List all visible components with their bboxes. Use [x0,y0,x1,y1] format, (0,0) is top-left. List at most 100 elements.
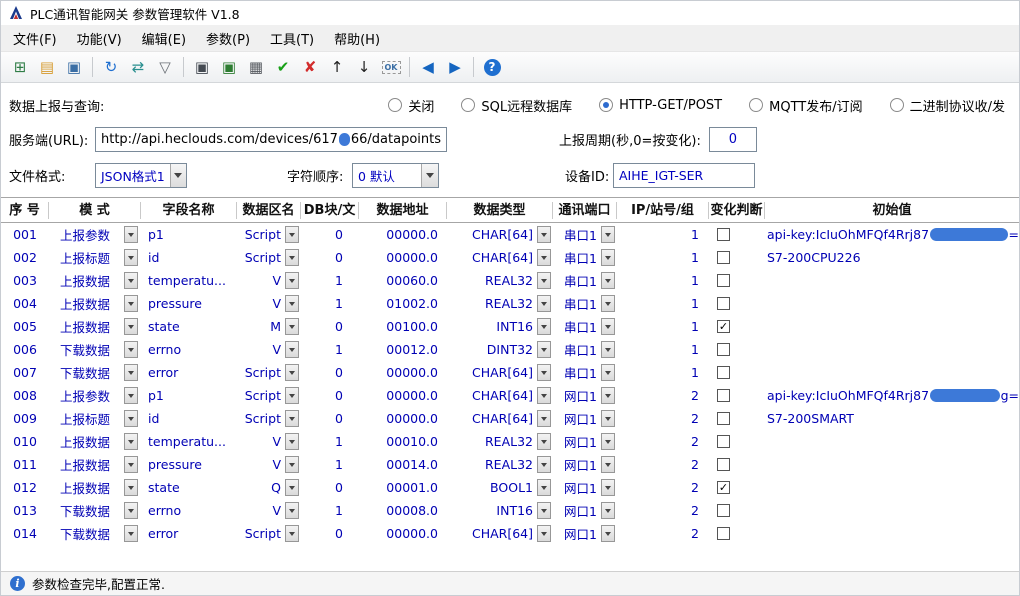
grid-connect-icon[interactable]: ⊞ [8,55,32,79]
cell-station[interactable]: 2 [617,453,709,476]
change-checkbox[interactable] [717,527,730,540]
data-type-dropdown-button[interactable] [537,318,551,335]
cell-station[interactable]: 1 [617,292,709,315]
cell-station[interactable]: 2 [617,430,709,453]
cell-field-name[interactable]: errno [141,338,237,361]
change-checkbox[interactable] [717,228,730,241]
data-area-dropdown-button[interactable] [285,364,299,381]
cell-field-name[interactable]: temperatu... [141,269,237,292]
data-area-dropdown-button[interactable] [285,410,299,427]
char-order-dropdown-button[interactable] [421,163,438,187]
mode-dropdown-button[interactable] [124,479,138,496]
cell-field-name[interactable]: p1 [141,223,237,246]
cell-init-value[interactable] [765,430,1019,453]
column-header-3[interactable]: 数据区名 [237,201,301,219]
cell-station[interactable]: 1 [617,269,709,292]
char-order-combo[interactable]: 0 默认 [352,162,439,188]
menu-item-file[interactable]: 文件(F) [3,25,67,52]
data-type-dropdown-button[interactable] [537,341,551,358]
cell-init-value[interactable] [765,499,1019,522]
column-header-7[interactable]: 通讯端口 [553,201,617,219]
cell-db-block[interactable]: 0 [301,522,359,545]
cell-station[interactable]: 2 [617,476,709,499]
radio-option-mqtt[interactable]: MQTT发布/订阅 [749,96,863,115]
data-type-dropdown-button[interactable] [537,226,551,243]
comm-port-dropdown-button[interactable] [601,387,615,404]
cell-field-name[interactable]: p1 [141,384,237,407]
data-area-dropdown-button[interactable] [285,433,299,450]
mode-dropdown-button[interactable] [124,272,138,289]
radio-option-close[interactable]: 关闭 [388,96,434,115]
mode-dropdown-button[interactable] [124,364,138,381]
data-area-dropdown-button[interactable] [285,272,299,289]
change-checkbox[interactable] [717,389,730,402]
change-checkbox[interactable] [717,274,730,287]
cell-init-value[interactable] [765,292,1019,315]
comm-port-dropdown-button[interactable] [601,364,615,381]
cell-db-block[interactable]: 0 [301,315,359,338]
open-folder-icon[interactable]: ▤ [35,55,59,79]
change-checkbox[interactable] [717,297,730,310]
cell-station[interactable]: 1 [617,223,709,246]
change-checkbox[interactable] [717,458,730,471]
cell-station[interactable]: 2 [617,384,709,407]
comm-port-dropdown-button[interactable] [601,479,615,496]
cell-init-value[interactable]: api-key:IcIuOhMFQf4Rrj87 g= [765,384,1019,407]
cell-init-value[interactable] [765,315,1019,338]
column-header-9[interactable]: 变化判断 [709,201,765,219]
radio-option-http[interactable]: HTTP-GET/POST [599,98,722,113]
cell-data-address[interactable]: 00012.0 [359,338,447,361]
cell-station[interactable]: 1 [617,246,709,269]
monitor-icon[interactable]: ▣ [190,55,214,79]
menu-item-param[interactable]: 参数(P) [196,25,260,52]
data-type-dropdown-button[interactable] [537,479,551,496]
cell-station[interactable]: 2 [617,499,709,522]
data-area-dropdown-button[interactable] [285,479,299,496]
radio-option-sql[interactable]: SQL远程数据库 [461,96,572,115]
data-area-dropdown-button[interactable] [285,387,299,404]
cell-station[interactable]: 2 [617,522,709,545]
mode-dropdown-button[interactable] [124,295,138,312]
cell-init-value[interactable] [765,522,1019,545]
cell-data-address[interactable]: 00000.0 [359,361,447,384]
cell-db-block[interactable]: 1 [301,338,359,361]
change-checkbox[interactable]: ✓ [717,481,730,494]
move-up-icon[interactable]: ↑ [325,55,349,79]
comm-port-dropdown-button[interactable] [601,272,615,289]
change-checkbox[interactable]: ✓ [717,320,730,333]
menu-item-tools[interactable]: 工具(T) [260,25,324,52]
data-type-dropdown-button[interactable] [537,249,551,266]
data-type-dropdown-button[interactable] [537,410,551,427]
change-checkbox[interactable] [717,435,730,448]
comm-port-dropdown-button[interactable] [601,318,615,335]
filter-download-icon[interactable]: ▽ [153,55,177,79]
cell-data-address[interactable]: 00000.0 [359,246,447,269]
cell-field-name[interactable]: state [141,476,237,499]
cell-db-block[interactable]: 0 [301,476,359,499]
cell-db-block[interactable]: 1 [301,499,359,522]
mode-dropdown-button[interactable] [124,387,138,404]
mode-dropdown-button[interactable] [124,456,138,473]
cell-init-value[interactable]: S7-200SMART [765,407,1019,430]
cell-db-block[interactable]: 1 [301,269,359,292]
comm-port-dropdown-button[interactable] [601,341,615,358]
cell-field-name[interactable]: id [141,246,237,269]
change-checkbox[interactable] [717,366,730,379]
data-area-dropdown-button[interactable] [285,295,299,312]
column-header-0[interactable]: 序 号 [1,201,49,219]
cell-data-address[interactable]: 00000.0 [359,223,447,246]
data-type-dropdown-button[interactable] [537,433,551,450]
cell-db-block[interactable]: 0 [301,384,359,407]
cell-field-name[interactable]: id [141,407,237,430]
move-down-icon[interactable]: ↓ [352,55,376,79]
device-id-input[interactable]: AIHE_IGT-SER [613,162,755,188]
data-area-dropdown-button[interactable] [285,249,299,266]
cell-data-address[interactable]: 00100.0 [359,315,447,338]
mode-dropdown-button[interactable] [124,226,138,243]
cell-init-value[interactable] [765,453,1019,476]
data-type-dropdown-button[interactable] [537,295,551,312]
cell-field-name[interactable]: pressure [141,453,237,476]
menu-item-function[interactable]: 功能(V) [67,25,132,52]
data-type-dropdown-button[interactable] [537,364,551,381]
mode-dropdown-button[interactable] [124,525,138,542]
